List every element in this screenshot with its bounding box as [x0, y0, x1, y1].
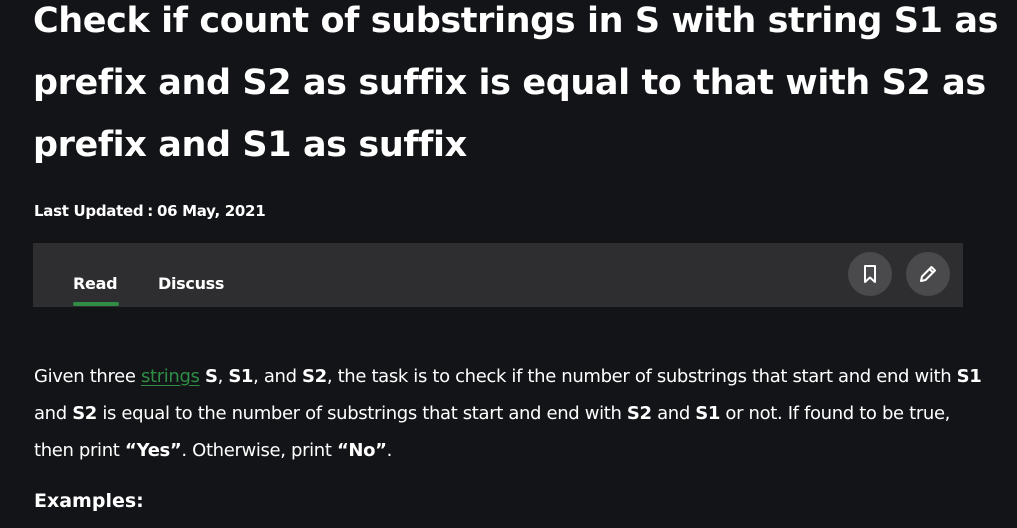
bold-text: “No”: [336, 440, 387, 461]
text: is equal to the number of substrings tha…: [96, 403, 627, 424]
text: and: [34, 403, 73, 424]
bold-text: S2: [302, 366, 327, 387]
bold-text: S1: [228, 366, 254, 387]
text: . Otherwise, print: [181, 440, 337, 461]
text: , the task is to check if the number of …: [326, 366, 957, 387]
edit-button[interactable]: [906, 252, 950, 296]
bold-text: S: [204, 366, 218, 387]
bold-text: S1: [956, 366, 982, 387]
bold-text: “Yes”: [124, 440, 182, 461]
text: and: [651, 403, 696, 424]
bold-text: S2: [626, 403, 652, 424]
tab-discuss[interactable]: Discuss: [158, 274, 224, 294]
text: , and: [253, 366, 303, 387]
active-tab-indicator: [73, 302, 119, 306]
bold-text: S2: [72, 403, 97, 424]
problem-statement: Given three strings S, S1, and S2, the t…: [34, 358, 994, 469]
page-title: Check if count of substrings in S with s…: [33, 1, 999, 165]
examples-heading: Examples:: [34, 490, 144, 512]
bookmark-icon: [861, 264, 879, 284]
last-updated-date: 06 May, 2021: [156, 202, 266, 220]
last-updated-label: Last Updated: [34, 202, 144, 220]
text: .: [386, 440, 393, 461]
bookmark-button[interactable]: [848, 252, 892, 296]
article-tab-bar: Read Discuss: [33, 243, 963, 307]
text: Given three: [34, 366, 141, 387]
last-updated: Last Updated:06 May, 2021: [34, 200, 266, 222]
bold-text: S1: [695, 403, 721, 424]
tab-read[interactable]: Read: [73, 274, 118, 294]
pencil-icon: [917, 263, 939, 285]
text: ,: [217, 366, 229, 387]
strings-link[interactable]: strings: [141, 366, 200, 387]
last-updated-separator: :: [147, 202, 153, 220]
